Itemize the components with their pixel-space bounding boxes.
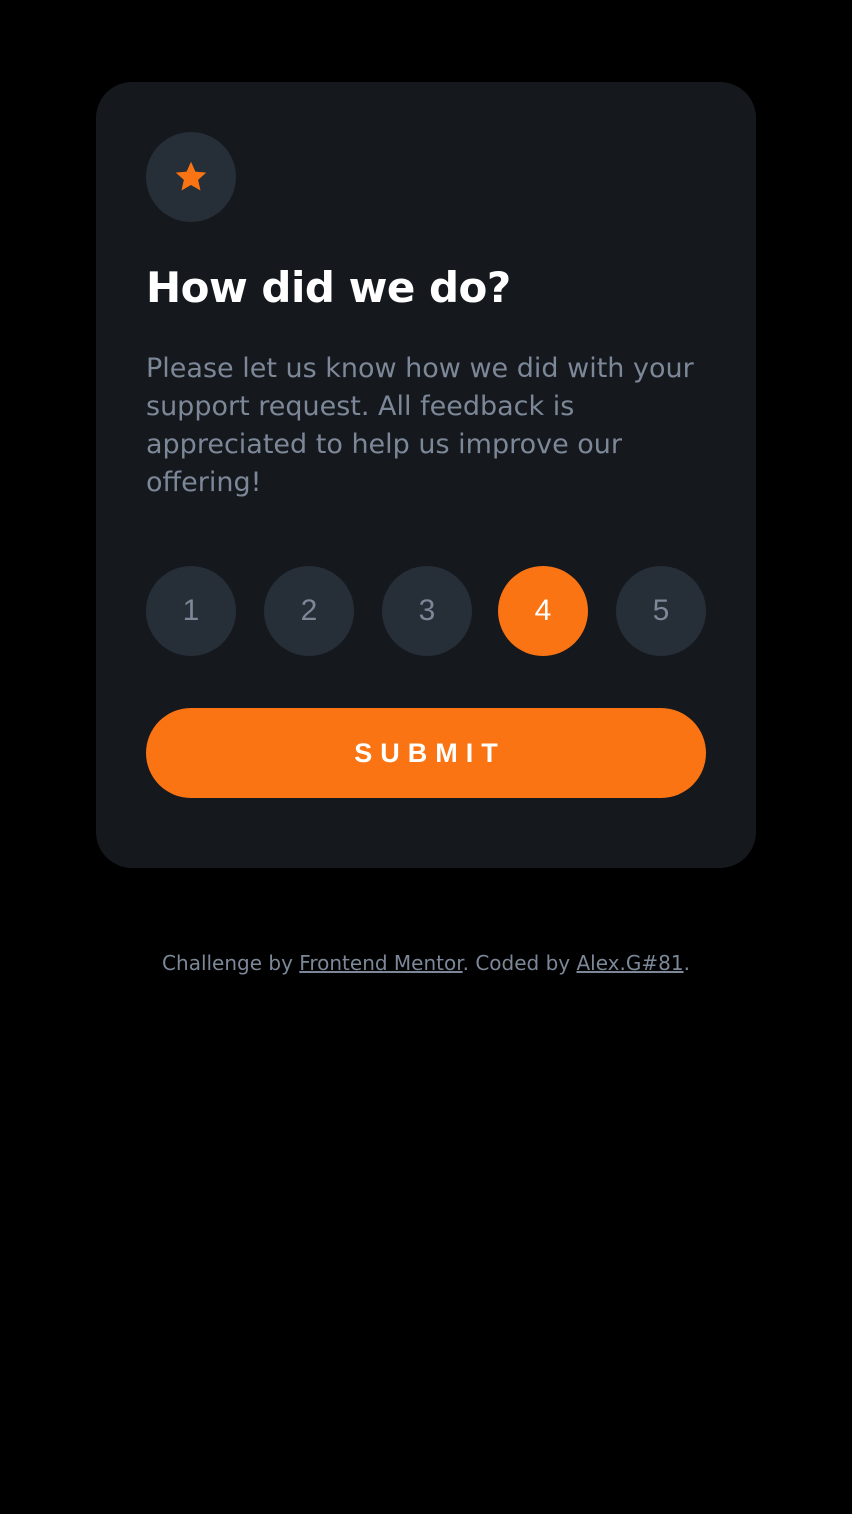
rating-button-2[interactable]: 2	[264, 566, 354, 656]
attribution-suffix: .	[683, 951, 690, 975]
attribution-middle: . Coded by	[462, 951, 577, 975]
frontend-mentor-link[interactable]: Frontend Mentor	[299, 951, 462, 975]
star-badge	[146, 132, 236, 222]
author-link[interactable]: Alex.G#81	[576, 951, 683, 975]
rating-card: How did we do? Please let us know how we…	[96, 82, 756, 868]
card-description: Please let us know how we did with your …	[146, 353, 694, 498]
rating-button-5[interactable]: 5	[616, 566, 706, 656]
submit-button[interactable]: SUBMIT	[146, 708, 706, 798]
rating-button-3[interactable]: 3	[382, 566, 472, 656]
attribution-prefix: Challenge by	[162, 951, 300, 975]
rating-options: 1 2 3 4 5	[146, 566, 706, 656]
card-title: How did we do?	[146, 263, 511, 312]
rating-button-4[interactable]: 4	[498, 566, 588, 656]
attribution: Challenge by Frontend Mentor. Coded by A…	[0, 946, 852, 980]
rating-button-1[interactable]: 1	[146, 566, 236, 656]
star-icon	[175, 161, 207, 191]
